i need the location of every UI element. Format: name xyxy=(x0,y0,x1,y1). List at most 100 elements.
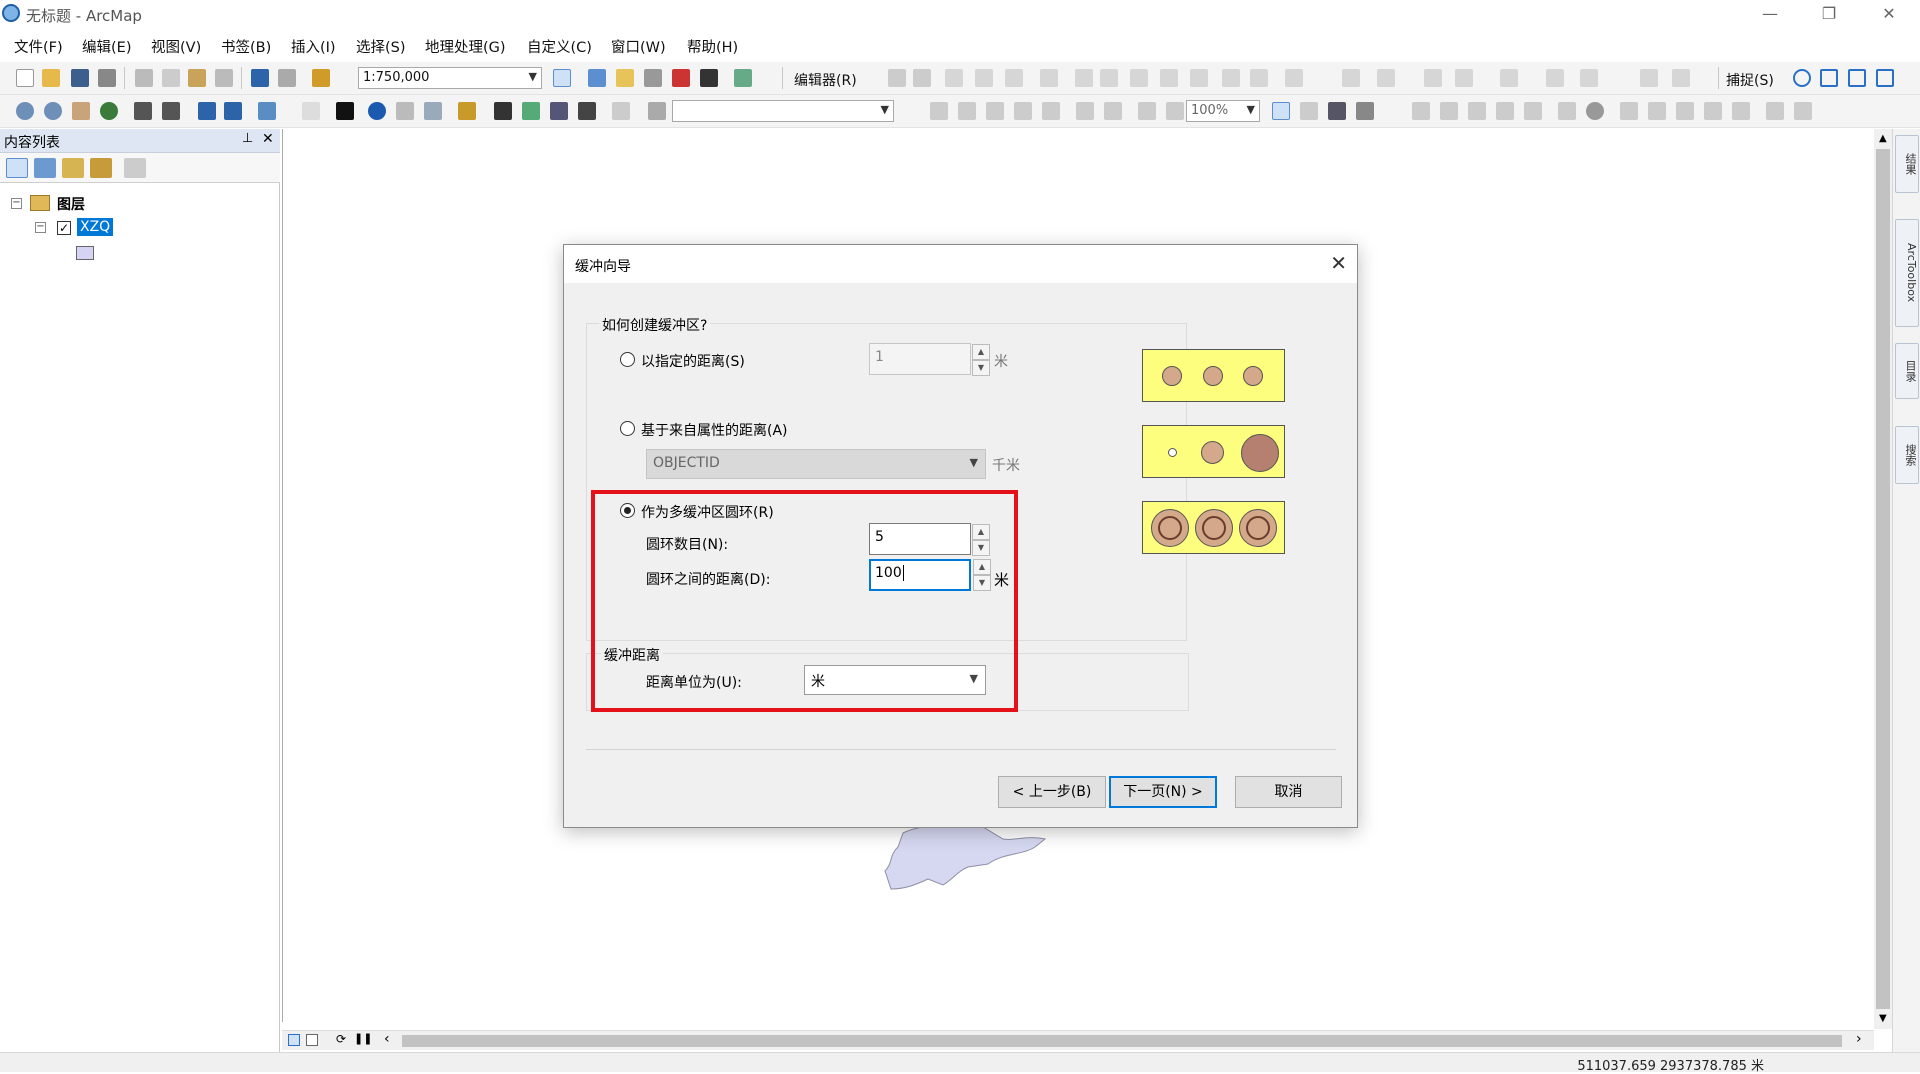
list-by-source-icon[interactable] xyxy=(34,158,56,178)
menu-geoprocessing[interactable]: 地理处理(G) xyxy=(425,36,506,57)
specified-distance-spinner[interactable]: ▲ ▼ xyxy=(972,344,990,376)
report-icon[interactable] xyxy=(1794,102,1812,120)
vertex-snapping-icon[interactable] xyxy=(1848,69,1866,87)
split-icon[interactable] xyxy=(1160,69,1178,87)
toc-window-icon[interactable] xyxy=(588,69,606,87)
attribute-distance-label[interactable]: 基于来自属性的距离(A) xyxy=(641,420,788,440)
draw-rectangle-icon[interactable] xyxy=(1412,102,1430,120)
list-by-drawing-order-icon[interactable] xyxy=(6,158,28,178)
back-extent-icon[interactable] xyxy=(198,102,216,120)
scroll-left-icon[interactable]: ‹ xyxy=(384,1031,390,1047)
edit-annotation-icon[interactable] xyxy=(913,69,931,87)
paste-icon[interactable] xyxy=(188,69,206,87)
menu-view[interactable]: 视图(V) xyxy=(151,36,201,57)
new-document-icon[interactable] xyxy=(16,69,34,87)
toggle-draft-mode-icon[interactable] xyxy=(1272,102,1290,120)
flag-icon[interactable] xyxy=(1648,102,1666,120)
layout-zoom-in-icon[interactable] xyxy=(930,102,948,120)
edge-match-icon[interactable] xyxy=(1455,69,1473,87)
list-by-visibility-icon[interactable] xyxy=(62,158,84,178)
horizontal-scrollbar[interactable]: ⟳ ❚❚ ‹ › xyxy=(282,1030,1874,1050)
network-icon[interactable] xyxy=(1558,102,1576,120)
find-route-icon[interactable] xyxy=(522,102,540,120)
modelbuilder-icon[interactable] xyxy=(734,69,752,87)
previous-layout-extent-icon[interactable] xyxy=(1138,102,1156,120)
vertical-scrollbar[interactable]: ▲ ▼ xyxy=(1874,129,1892,1029)
forward-extent-icon[interactable] xyxy=(224,102,242,120)
select-elements-icon[interactable] xyxy=(336,102,354,120)
options-icon[interactable] xyxy=(124,158,146,178)
scroll-up-icon[interactable]: ▲ xyxy=(1879,133,1887,144)
change-layout-icon[interactable] xyxy=(1328,102,1346,120)
menu-windows[interactable]: 窗口(W) xyxy=(611,36,666,57)
next-button[interactable]: 下一页(N) > xyxy=(1109,776,1217,808)
map-polygon-feature[interactable] xyxy=(863,819,1063,899)
cogo-icon[interactable] xyxy=(1640,69,1658,87)
spatial-adjust-icon[interactable] xyxy=(1424,69,1442,87)
search-window-icon[interactable] xyxy=(644,69,662,87)
sketch-properties-icon[interactable] xyxy=(1250,69,1268,87)
georeferencing-icon[interactable] xyxy=(1377,69,1395,87)
draw-line-icon[interactable] xyxy=(1468,102,1486,120)
spin-down-icon[interactable]: ▼ xyxy=(972,360,990,376)
spin-up-icon[interactable]: ▲ xyxy=(972,344,990,360)
point-snapping-icon[interactable] xyxy=(1793,69,1811,87)
reshape-icon[interactable] xyxy=(1100,69,1118,87)
collapse-layer-icon[interactable]: − xyxy=(35,222,46,233)
back-button[interactable]: < 上一步(B) xyxy=(998,776,1106,808)
pause-drawing-icon[interactable]: ❚❚ xyxy=(354,1032,372,1045)
menu-edit[interactable]: 编辑(E) xyxy=(82,36,131,57)
draw-polygon-icon[interactable] xyxy=(1440,102,1458,120)
layout-zoom-combo[interactable]: 100% ▼ xyxy=(1186,100,1260,122)
create-viewer-icon[interactable] xyxy=(648,102,666,120)
close-icon[interactable]: ✕ xyxy=(1330,251,1347,275)
edit-vertices-icon[interactable] xyxy=(1075,69,1093,87)
print-icon[interactable] xyxy=(98,69,116,87)
graph-icon[interactable] xyxy=(1766,102,1784,120)
catalog-tab[interactable]: 目录 xyxy=(1895,343,1919,399)
layout-pan-icon[interactable] xyxy=(986,102,1004,120)
layer-symbol-swatch[interactable] xyxy=(76,246,94,260)
collapse-layers-icon[interactable]: − xyxy=(11,198,22,209)
focus-data-frame-icon[interactable] xyxy=(1300,102,1318,120)
search-tab[interactable]: 搜索 xyxy=(1895,426,1919,484)
rotate-icon[interactable] xyxy=(1190,69,1208,87)
pan-icon[interactable] xyxy=(72,102,90,120)
html-popup-icon[interactable] xyxy=(424,102,442,120)
delete-icon[interactable] xyxy=(215,69,233,87)
restore-button[interactable]: ❐ xyxy=(1806,0,1852,30)
close-window-button[interactable]: ✕ xyxy=(1866,0,1912,30)
fixed-zoom-in-icon[interactable] xyxy=(134,102,152,120)
data-driven-pages-icon[interactable] xyxy=(1356,102,1374,120)
zoom-out-icon[interactable] xyxy=(44,102,62,120)
attribute-distance-radio[interactable] xyxy=(620,421,635,436)
menu-selection[interactable]: 选择(S) xyxy=(356,36,406,57)
trace-icon[interactable] xyxy=(1620,102,1638,120)
clear-selection-icon[interactable] xyxy=(302,102,320,120)
measure-icon[interactable] xyxy=(458,102,476,120)
catalog-window-icon[interactable] xyxy=(616,69,634,87)
fixed-layout-zoom-out-icon[interactable] xyxy=(1104,102,1122,120)
menu-insert[interactable]: 插入(I) xyxy=(291,36,336,57)
edge-snapping-icon[interactable] xyxy=(1876,69,1894,87)
table-icon[interactable] xyxy=(1732,102,1750,120)
add-data-icon[interactable] xyxy=(312,69,330,87)
menu-file[interactable]: 文件(F) xyxy=(14,36,63,57)
full-extent-icon[interactable] xyxy=(100,102,118,120)
map-scale-combo[interactable]: 1:750,000 ▼ xyxy=(358,67,542,89)
attributes-icon[interactable] xyxy=(1222,69,1240,87)
layout-view-icon[interactable] xyxy=(306,1034,318,1046)
redo-icon[interactable] xyxy=(278,69,296,87)
find-icon[interactable] xyxy=(494,102,512,120)
editor-menu[interactable]: 编辑器(R) xyxy=(794,70,857,90)
undo-icon[interactable] xyxy=(251,69,269,87)
cut-icon[interactable] xyxy=(135,69,153,87)
point-tool-icon[interactable] xyxy=(1005,69,1023,87)
time-slider-icon[interactable] xyxy=(578,102,596,120)
swipe-icon[interactable] xyxy=(612,102,630,120)
parcel-icon[interactable] xyxy=(1546,69,1564,87)
menu-bookmarks[interactable]: 书签(B) xyxy=(221,36,271,57)
select-features-icon[interactable] xyxy=(258,102,276,120)
identify-icon[interactable] xyxy=(368,102,386,120)
globe-tool-icon[interactable] xyxy=(1586,102,1604,120)
